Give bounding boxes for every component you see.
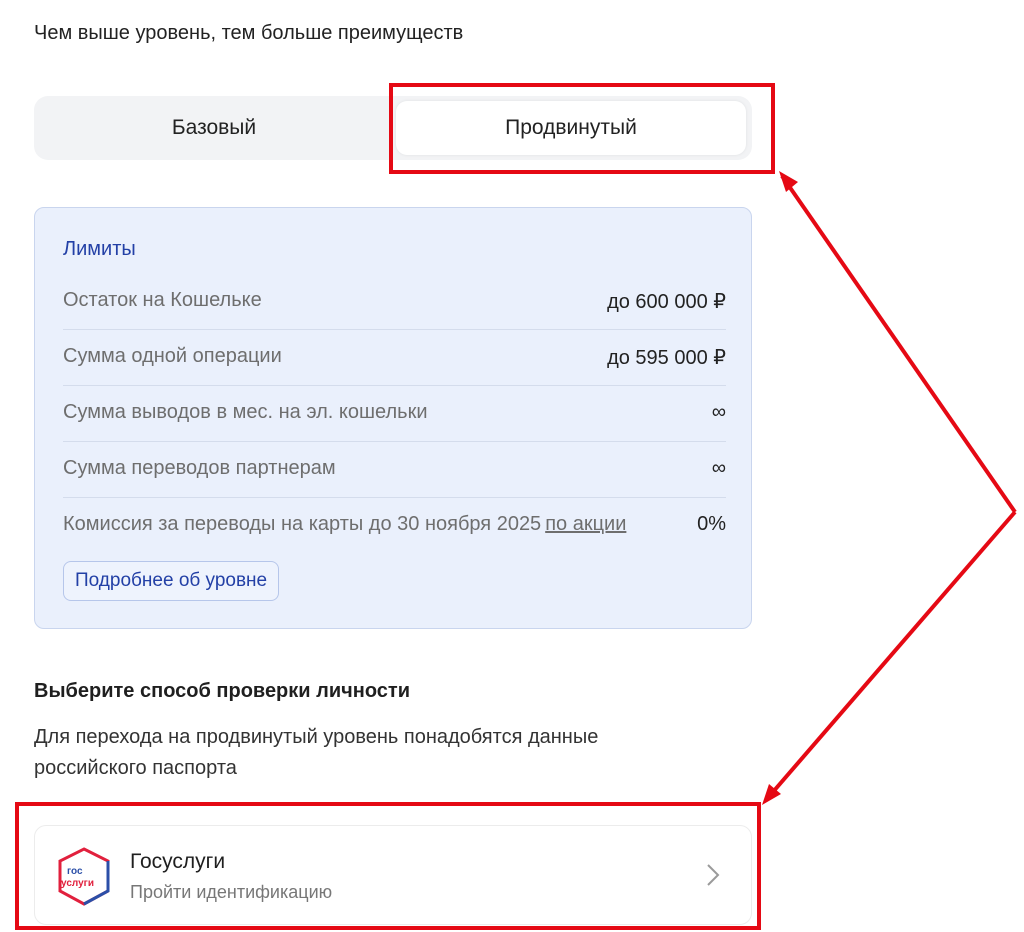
limits-card: Лимиты Остаток на Кошельке до 600 000 ₽ … — [34, 207, 752, 629]
level-details-button[interactable]: Подробнее об уровне — [63, 561, 280, 601]
verification-title: Выберите способ проверки личности — [34, 680, 410, 702]
limit-value: ∞ — [711, 401, 726, 423]
limit-row: Остаток на Кошельке до 600 000 ₽ — [63, 273, 726, 330]
limit-label: Остаток на Кошельке — [63, 289, 262, 311]
service-subtitle: Пройти идентификацию — [130, 882, 333, 902]
limit-row: Сумма одной операции до 595 000 ₽ — [63, 329, 726, 386]
limit-label: Комиссия за переводы на карты до 30 нояб… — [63, 513, 626, 536]
limit-label: Сумма выводов в мес. на эл. кошельки — [63, 401, 428, 423]
limit-row: Сумма переводов партнерам ∞ — [63, 441, 726, 498]
tab-basic[interactable]: Базовый — [39, 101, 389, 155]
logo-text-top: гос — [67, 866, 83, 877]
service-title: Госуслуги — [130, 850, 226, 873]
logo-text-bottom: услуги — [61, 878, 94, 889]
intro-text: Чем выше уровень, тем больше преимуществ — [34, 22, 464, 44]
limit-value: ∞ — [711, 457, 726, 479]
limits-title: Лимиты — [63, 238, 136, 260]
gosuslugi-logo-icon: гос услуги — [58, 847, 110, 906]
limit-value: до 595 000 ₽ — [607, 347, 726, 369]
level-switcher: Базовый Продвинутый — [34, 96, 752, 160]
tab-advanced[interactable]: Продвинутый — [396, 101, 746, 155]
commission-label: Комиссия за переводы на карты до 30 нояб… — [63, 513, 542, 535]
gosuslugi-option[interactable]: гос услуги Госуслуги Пройти идентификаци… — [34, 825, 752, 925]
promo-link[interactable]: по акции — [545, 513, 626, 535]
limit-row: Комиссия за переводы на карты до 30 нояб… — [63, 497, 726, 553]
limit-label: Сумма одной операции — [63, 345, 282, 367]
verification-description: Для перехода на продвинутый уровень пона… — [34, 726, 599, 779]
limit-row: Сумма выводов в мес. на эл. кошельки ∞ — [63, 385, 726, 442]
chevron-right-icon — [707, 864, 720, 886]
limit-label: Сумма переводов партнерам — [63, 457, 336, 479]
limit-value: 0% — [697, 513, 726, 535]
limit-value: до 600 000 ₽ — [607, 291, 726, 313]
